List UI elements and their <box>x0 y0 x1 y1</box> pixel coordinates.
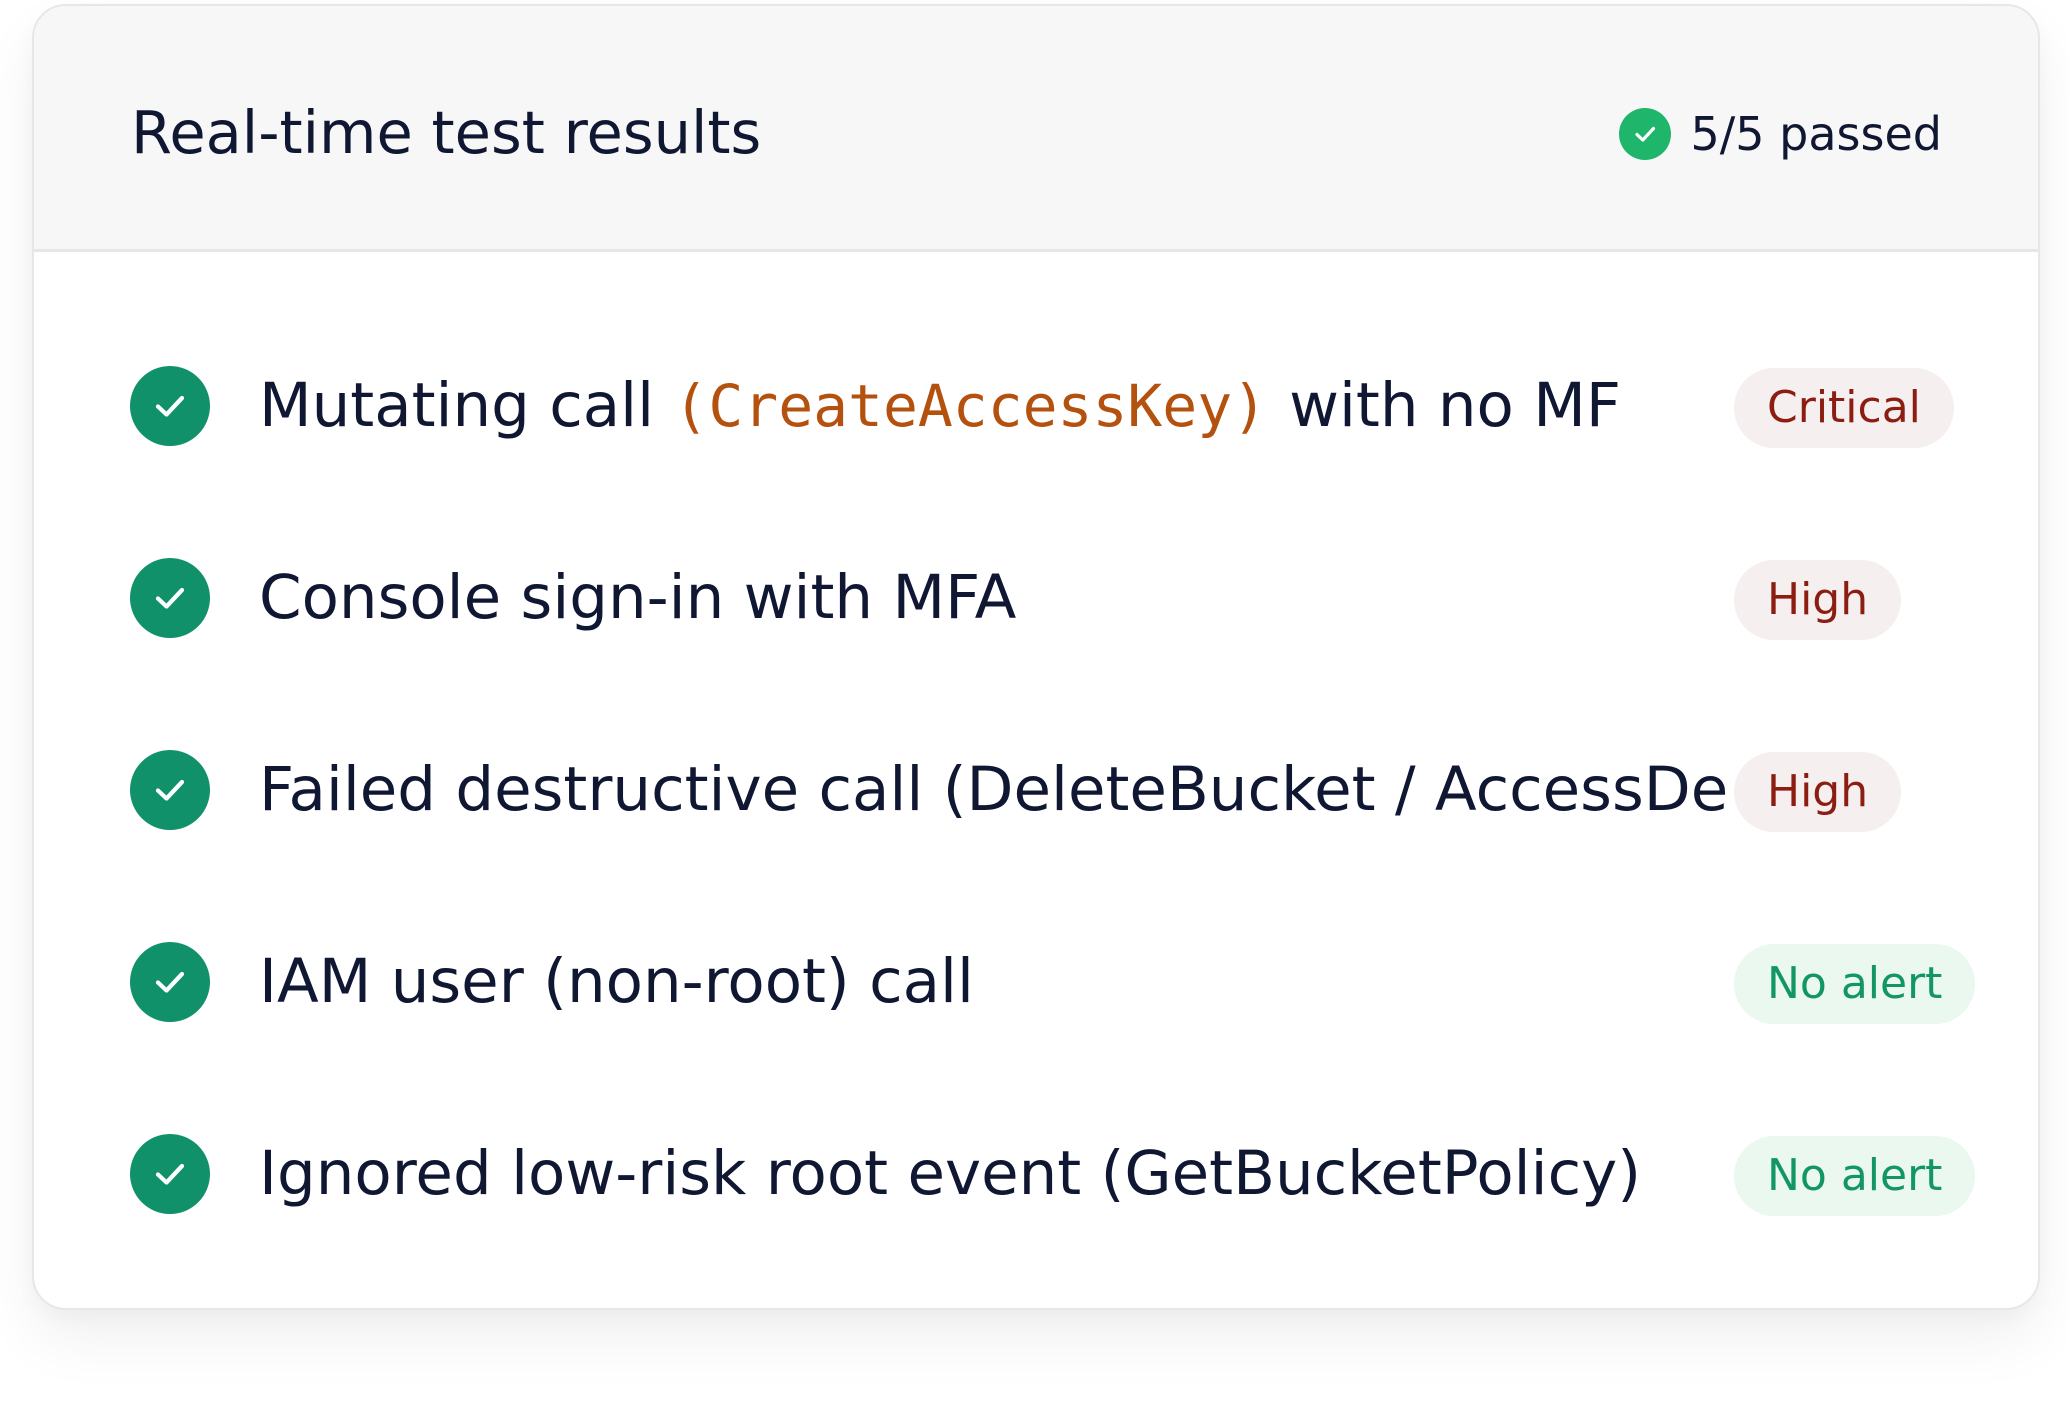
no-alert-badge: No alert <box>1734 944 1976 1024</box>
api-call-code: (CreateAccessKey) <box>673 372 1268 440</box>
check-circle-icon <box>130 1134 210 1214</box>
pass-summary-text: 5/5 passed <box>1690 107 1942 161</box>
test-label: Ignored low-risk root event (GetBucketPo… <box>259 1138 1642 1209</box>
severity-badge-high: High <box>1734 752 1902 832</box>
no-alert-badge: No alert <box>1734 1136 1976 1216</box>
test-label: Console sign-in with MFA <box>259 562 1017 633</box>
test-results-card: Real-time test results 5/5 passed Mutati… <box>32 4 2040 1310</box>
test-row: Console sign-in with MFA High <box>34 556 2038 640</box>
check-circle-icon <box>130 366 210 446</box>
test-label: Failed destructive call (DeleteBucket / … <box>259 754 1729 825</box>
test-row: Failed destructive call (DeleteBucket / … <box>34 748 2038 832</box>
check-circle-icon <box>130 942 210 1022</box>
check-circle-icon <box>1618 108 1671 160</box>
pass-summary: 5/5 passed <box>1618 106 1942 162</box>
test-label-suffix: with no MF <box>1289 370 1621 441</box>
card-header: Real-time test results 5/5 passed <box>34 6 2038 252</box>
test-label-text: Mutating call <box>259 370 674 441</box>
severity-badge-high: High <box>1734 560 1902 640</box>
test-label: Mutating call (CreateAccessKey) with no M… <box>259 368 1739 444</box>
test-row: Ignored low-risk root event (GetBucketPo… <box>34 1132 2038 1216</box>
check-circle-icon <box>130 558 210 638</box>
test-row: IAM user (non-root) call No alert <box>34 940 2038 1024</box>
test-label: IAM user (non-root) call <box>259 946 974 1017</box>
test-row: Mutating call (CreateAccessKey) with no M… <box>34 364 2038 448</box>
card-title: Real-time test results <box>131 98 762 167</box>
check-circle-icon <box>130 750 210 830</box>
severity-badge-critical: Critical <box>1734 368 1954 448</box>
